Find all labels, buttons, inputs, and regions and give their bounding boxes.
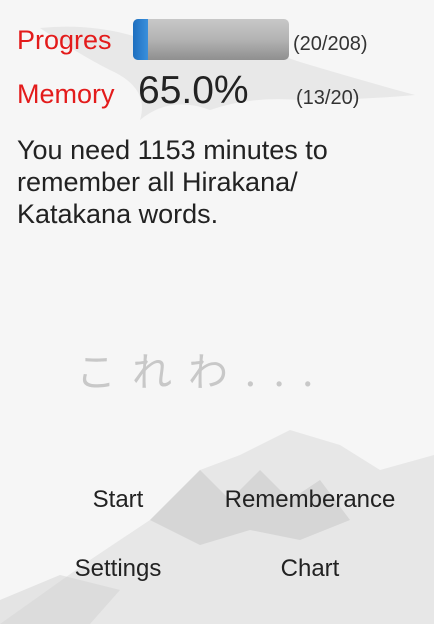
progress-bar-fill	[133, 19, 148, 60]
memory-count: (13/20)	[296, 87, 360, 109]
chart-button[interactable]: Chart	[250, 555, 370, 583]
progress-label: Progres	[17, 25, 112, 55]
info-message: You need 1153 minutes to remember all Hi…	[17, 135, 328, 229]
start-button[interactable]: Start	[58, 486, 178, 514]
memory-label: Memory	[17, 79, 115, 109]
progress-count: (20/208)	[293, 33, 368, 55]
progress-bar	[133, 19, 289, 60]
watermark-text: これわ...	[76, 350, 331, 396]
rememberance-button[interactable]: Rememberance	[218, 486, 402, 514]
memory-percent: 65.0%	[138, 69, 249, 112]
settings-button[interactable]: Settings	[58, 555, 178, 583]
